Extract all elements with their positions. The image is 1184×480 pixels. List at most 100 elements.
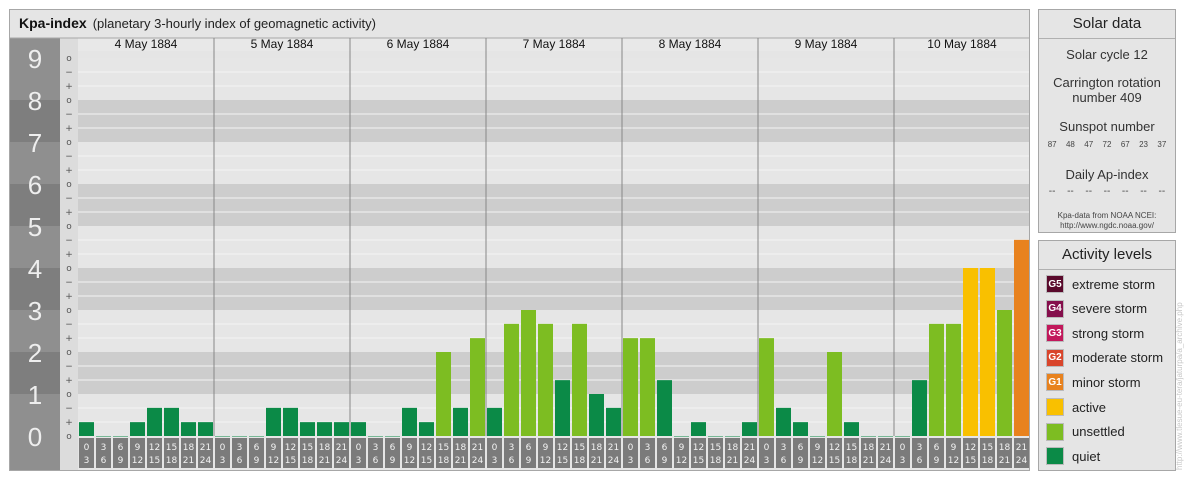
hour-end-label: 24 xyxy=(608,456,620,466)
hour-start-label: 3 xyxy=(373,443,379,453)
credit-line-2: http://www.ngdc.noaa.gov/ xyxy=(1060,221,1154,230)
y-tick-label: 0 xyxy=(28,422,42,452)
level-label: extreme storm xyxy=(1072,276,1156,292)
y-minor-tick: o xyxy=(66,348,72,358)
y-minor-tick: + xyxy=(65,82,73,92)
y-tick-label: 6 xyxy=(28,170,42,200)
kpa-bar xyxy=(827,352,842,436)
hour-start-label: 9 xyxy=(407,443,413,453)
y-tick-label: 5 xyxy=(28,212,42,242)
sunspot-value: 47 xyxy=(1084,140,1094,149)
hour-end-label: 24 xyxy=(200,456,212,466)
level-swatch: G3 xyxy=(1046,324,1064,343)
sunspot-value: 72 xyxy=(1102,140,1112,149)
kpa-bar xyxy=(487,407,502,436)
chart-title-main: Kpa-index xyxy=(19,15,87,31)
level-swatch: G2 xyxy=(1046,348,1064,367)
activity-levels-header: Activity levels xyxy=(1039,241,1175,270)
kpa-bar xyxy=(198,422,213,436)
y-tick-label: 9 xyxy=(28,44,42,74)
kpa-bar xyxy=(130,422,145,436)
solar-cycle: Solar cycle 12 xyxy=(1066,47,1148,62)
level-label: moderate storm xyxy=(1072,350,1164,366)
y-minor-tick: o xyxy=(66,96,72,106)
hour-start-label: 12 xyxy=(285,443,296,453)
hour-end-label: 18 xyxy=(302,456,314,466)
hour-end-label: 18 xyxy=(166,456,178,466)
hour-end-label: 15 xyxy=(693,456,704,466)
credit-line-1: Kpa-data from NOAA NCEI: xyxy=(1057,211,1157,220)
hour-end-label: 9 xyxy=(798,456,804,466)
kpa-chart-panel: 0 1 2 3 4 5 6 7 8 9 o + − o + − o + − o + − o + − o + − o + − o + − o + − o 4 … xyxy=(9,9,1030,471)
grid-band xyxy=(78,268,1029,310)
kpa-bar xyxy=(793,422,808,436)
level-swatch xyxy=(1046,447,1064,466)
kpa-bar xyxy=(368,436,383,437)
hour-end-label: 9 xyxy=(390,456,396,466)
grid-band-base xyxy=(78,422,1029,438)
day-label: 7 May 1884 xyxy=(523,37,586,51)
hour-end-label: 21 xyxy=(319,456,330,466)
hour-start-label: 21 xyxy=(200,443,211,453)
ap-index-value: -- xyxy=(1121,186,1129,197)
sunspot-label: Sunspot number xyxy=(1059,119,1155,134)
hour-end-label: 3 xyxy=(356,456,362,466)
y-minor-tick: − xyxy=(65,236,73,246)
y-tick-label: 3 xyxy=(28,296,42,326)
hour-end-label: 6 xyxy=(237,456,243,466)
hour-start-label: 9 xyxy=(815,443,821,453)
hour-start-label: 0 xyxy=(84,443,90,453)
hour-start-label: 9 xyxy=(951,443,957,453)
hour-start-label: 3 xyxy=(781,443,787,453)
y-minor-tick: − xyxy=(65,278,73,288)
activity-level-unsettled: unsettled xyxy=(1046,422,1125,442)
hour-end-label: 12 xyxy=(132,456,143,466)
y-tick-label: 4 xyxy=(28,254,42,284)
hour-start-label: 18 xyxy=(999,443,1011,453)
hour-end-label: 6 xyxy=(101,456,107,466)
kpa-bar xyxy=(589,394,604,436)
level-label: quiet xyxy=(1072,448,1101,464)
hour-end-label: 24 xyxy=(744,456,756,466)
kpa-bar xyxy=(946,323,961,436)
hour-end-label: 24 xyxy=(1016,456,1028,466)
hour-start-label: 18 xyxy=(863,443,875,453)
hour-start-label: 3 xyxy=(917,443,923,453)
hour-end-label: 15 xyxy=(285,456,296,466)
level-swatch: G4 xyxy=(1046,299,1064,318)
hour-start-label: 18 xyxy=(591,443,603,453)
level-label: severe storm xyxy=(1072,301,1148,317)
hour-end-label: 21 xyxy=(591,456,602,466)
hour-end-label: 3 xyxy=(900,456,906,466)
kpa-bar xyxy=(164,407,179,436)
activity-level-severe-storm: G4 severe storm xyxy=(1046,299,1147,319)
hour-start-label: 6 xyxy=(118,443,124,453)
hour-end-label: 9 xyxy=(254,456,260,466)
hour-start-label: 6 xyxy=(526,443,532,453)
hour-end-label: 3 xyxy=(492,456,498,466)
hour-start-label: 21 xyxy=(608,443,619,453)
level-label: minor storm xyxy=(1072,374,1141,390)
ap-index-value: -- xyxy=(1158,186,1166,197)
kpa-bar xyxy=(147,407,162,436)
day-label: 5 May 1884 xyxy=(251,37,314,51)
y-minor-tick: + xyxy=(65,208,73,218)
hour-start-label: 6 xyxy=(934,443,940,453)
hour-end-label: 6 xyxy=(509,456,515,466)
y-minor-tick: + xyxy=(65,292,73,302)
watermark: http://www.tlesue-eu-tera/jaturpa/a_arch… xyxy=(1175,302,1184,470)
y-minor-tick: o xyxy=(66,54,72,64)
y-minor-tick: − xyxy=(65,68,73,78)
hour-end-label: 3 xyxy=(764,456,770,466)
sunspot-value: 87 xyxy=(1047,140,1057,149)
y-minor-tick: − xyxy=(65,404,73,414)
y-minor-tick: o xyxy=(66,138,72,148)
activity-level-quiet: quiet xyxy=(1046,446,1100,466)
hour-end-label: 18 xyxy=(846,456,858,466)
hour-end-label: 3 xyxy=(84,456,90,466)
hour-end-label: 9 xyxy=(662,456,668,466)
hour-end-label: 18 xyxy=(710,456,722,466)
ap-index-value: -- xyxy=(1085,186,1093,197)
hour-start-label: 21 xyxy=(1016,443,1027,453)
kpa-bar xyxy=(742,422,757,436)
